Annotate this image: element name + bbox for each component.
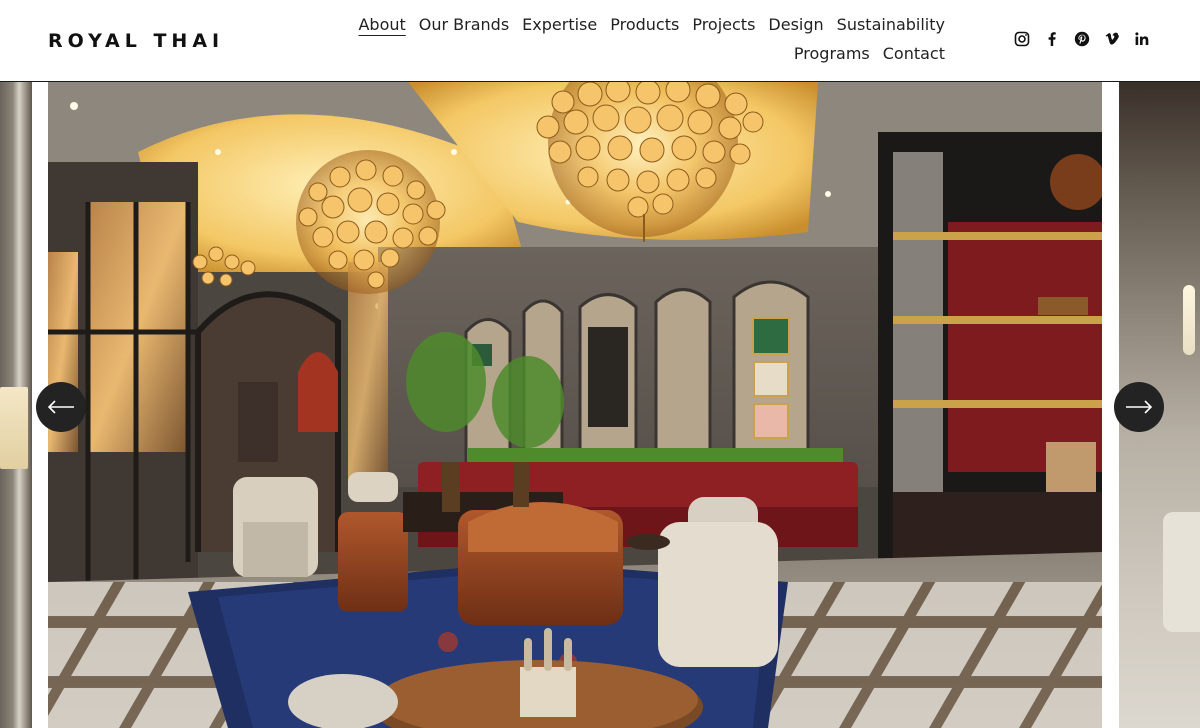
nav-item-expertise[interactable]: Expertise bbox=[522, 14, 597, 36]
brand-logo[interactable]: ROYAL THAI bbox=[48, 30, 224, 52]
nav-item-programs[interactable]: Programs bbox=[794, 43, 870, 65]
arrow-right-icon bbox=[1126, 400, 1153, 414]
next-slide-button[interactable] bbox=[1114, 382, 1164, 432]
nav-item-design[interactable]: Design bbox=[768, 14, 823, 36]
previous-slide-button[interactable] bbox=[36, 382, 86, 432]
instagram-icon[interactable] bbox=[1014, 31, 1030, 47]
lamp-shade-image bbox=[0, 387, 28, 469]
nav-item-projects[interactable]: Projects bbox=[692, 14, 755, 36]
vimeo-icon[interactable] bbox=[1104, 31, 1120, 47]
main-nav: About Our Brands Expertise Products Proj… bbox=[300, 14, 945, 65]
social-links bbox=[1014, 31, 1150, 47]
current-slide-image bbox=[48, 82, 1102, 728]
nav-item-products[interactable]: Products bbox=[610, 14, 679, 36]
previous-slide-peek[interactable] bbox=[0, 82, 32, 728]
facebook-icon[interactable] bbox=[1044, 31, 1060, 47]
nav-item-our-brands[interactable]: Our Brands bbox=[419, 14, 509, 36]
nav-item-contact[interactable]: Contact bbox=[883, 43, 945, 65]
nav-item-about[interactable]: About bbox=[358, 14, 405, 36]
hero-slideshow[interactable] bbox=[0, 82, 1200, 728]
arrow-left-icon bbox=[47, 400, 74, 414]
nav-item-sustainability[interactable]: Sustainability bbox=[837, 14, 945, 36]
site-header: ROYAL THAI About Our Brands Expertise Pr… bbox=[0, 0, 1200, 82]
pinterest-icon[interactable] bbox=[1074, 31, 1090, 47]
hotel-lobby-photo bbox=[48, 82, 1102, 728]
chair-image bbox=[1163, 512, 1200, 632]
linkedin-icon[interactable] bbox=[1134, 31, 1150, 47]
wall-sconce-image bbox=[1183, 285, 1195, 355]
